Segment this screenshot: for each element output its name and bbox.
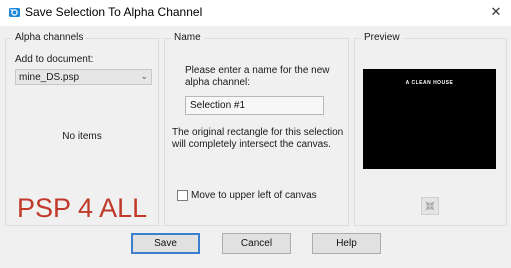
preview-group: Preview A CLEAN HOUSE (354, 32, 507, 226)
collapse-icon (425, 201, 435, 211)
intersection-note: The original rectangle for this selectio… (172, 127, 344, 150)
move-upper-left-label[interactable]: Move to upper left of canvas (191, 190, 317, 201)
save-button[interactable]: Save (131, 233, 200, 254)
document-select[interactable]: mine_DS.psp ⌄ (15, 69, 152, 85)
cancel-button[interactable]: Cancel (222, 233, 291, 254)
name-group-label: Name (171, 32, 204, 43)
channel-name-input[interactable] (185, 96, 324, 115)
preview-toggle-button[interactable] (421, 197, 439, 215)
chevron-down-icon: ⌄ (140, 71, 148, 81)
preview-group-label: Preview (361, 32, 403, 43)
add-to-document-label: Add to document: (15, 54, 94, 65)
psp-app-icon (9, 8, 20, 17)
alpha-channels-group-label: Alpha channels (12, 32, 87, 43)
close-icon[interactable]: ✕ (489, 5, 503, 19)
watermark-text: PSP 4 ALL (17, 193, 148, 223)
name-group: Name Please enter a name for the new alp… (164, 32, 349, 226)
title-bar: Save Selection To Alpha Channel ✕ (0, 0, 511, 26)
name-prompt: Please enter a name for the new alpha ch… (185, 65, 330, 88)
preview-image-text: A CLEAN HOUSE (405, 80, 454, 86)
channel-list-empty-text: No items (62, 131, 102, 142)
window-title: Save Selection To Alpha Channel (25, 5, 203, 19)
move-upper-left-checkbox[interactable] (177, 190, 188, 201)
preview-image: A CLEAN HOUSE (363, 69, 496, 169)
help-button[interactable]: Help (312, 233, 381, 254)
document-select-value: mine_DS.psp (19, 72, 80, 83)
